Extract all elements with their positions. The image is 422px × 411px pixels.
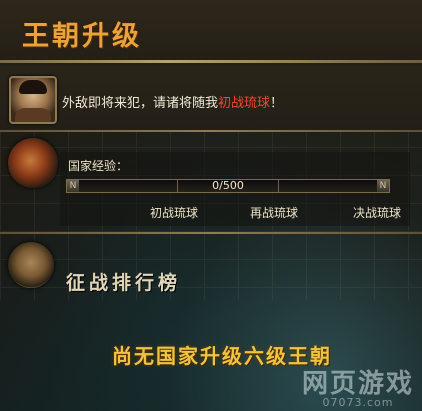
avatar-body [15,108,51,122]
battle-link[interactable]: 初战琉球 [218,96,270,111]
scroll-emblem-icon [8,242,54,288]
panel-title: 王朝升级 [22,21,142,52]
section-divider [0,232,422,234]
message-suffix: ！ [270,96,284,111]
stage-label: 决战琉球 [353,206,402,220]
country-emblem-icon [8,138,58,188]
bar-right-cap: N [377,180,389,192]
watermark: 网页游戏 07073.com [302,363,414,409]
stage-label: 初战琉球 [150,206,199,220]
announcement-message: 外敌即将来犯，请诸将随我初战琉球！ [62,92,283,111]
notice-text: 尚无国家升级六级王朝 [112,344,332,368]
message-prefix: 外敌即将来犯，请诸将随我 [62,96,219,111]
avatar-hair [19,80,47,94]
general-avatar [9,76,57,124]
panel-header: 王朝升级 [0,0,422,62]
experience-progress-bar: N 0/500 N [66,179,390,193]
header-divider [0,60,422,63]
experience-label: 国家经验： [68,159,129,173]
row-divider [0,130,422,132]
ranking-title[interactable]: 征战排行榜 [66,268,181,295]
experience-value: 0/500 [212,179,244,192]
stage-label: 再战琉球 [250,206,299,220]
watermark-main: 网页游戏 [301,369,414,399]
